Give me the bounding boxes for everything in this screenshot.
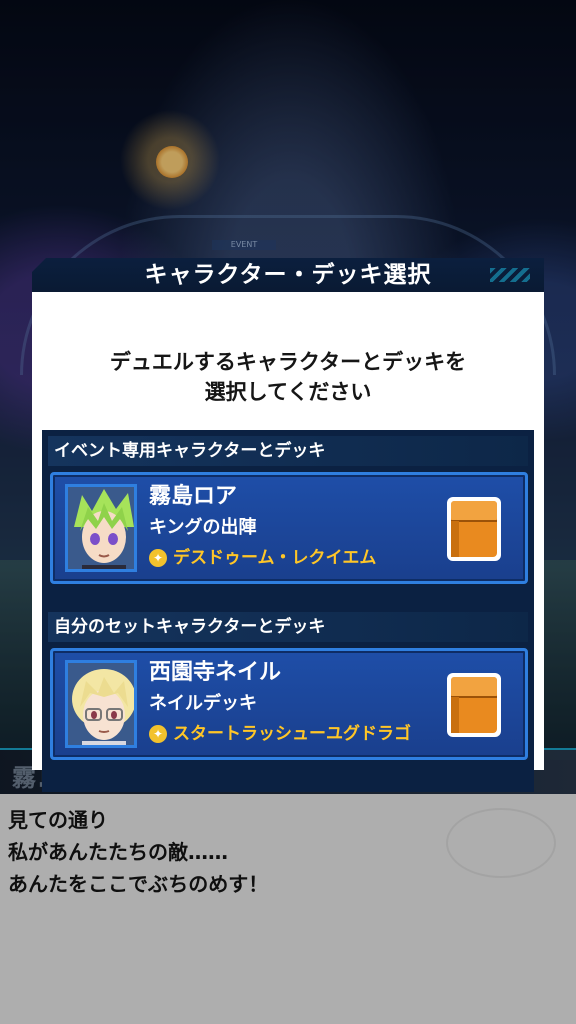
ace-card-row: ✦ デスドゥーム・レクイエム xyxy=(149,545,376,571)
ace-card-icon: ✦ xyxy=(149,549,167,567)
ace-card-icon: ✦ xyxy=(149,725,167,743)
selection-panel: イベント専用キャラクターとデッキ 霧島ロア キングの出陣 ✦ デスドゥーム・レク… xyxy=(42,430,534,792)
dialog-body: デュエルするキャラクターとデッキを 選択してください イベント専用キャラクターと… xyxy=(32,292,544,792)
character-portrait-roa xyxy=(65,484,137,572)
ace-card-row: ✦ スタートラッシューユグドラゴ xyxy=(149,721,411,747)
character-name: 霧島ロア xyxy=(149,484,238,509)
dialog-prompt: デュエルするキャラクターとデッキを 選択してください xyxy=(32,347,544,407)
ace-card-name: デスドゥーム・レクイエム xyxy=(173,548,377,568)
deck-box-button[interactable] xyxy=(443,493,505,565)
ace-card-name: スタートラッシューユグドラゴ xyxy=(173,724,411,744)
deck-name: ネイルデッキ xyxy=(149,693,257,714)
dialog-title: キャラクター・デッキ選択 xyxy=(144,262,432,288)
event-character-card[interactable]: 霧島ロア キングの出陣 ✦ デスドゥーム・レクイエム xyxy=(50,472,528,584)
character-deck-dialog: キャラクター・デッキ選択 デュエルするキャラクターとデッキを 選択してください … xyxy=(32,258,544,792)
deck-box-icon xyxy=(447,673,501,737)
section-header-own: 自分のセットキャラクターとデッキ xyxy=(48,612,528,642)
deck-name: キングの出陣 xyxy=(149,517,257,538)
own-character-card[interactable]: 西園寺ネイル ネイルデッキ ✦ スタートラッシューユグドラゴ xyxy=(50,648,528,760)
section-header-event: イベント専用キャラクターとデッキ xyxy=(48,436,528,466)
character-name: 西園寺ネイル xyxy=(149,660,282,685)
prompt-line-1: デュエルするキャラクターとデッキを xyxy=(109,350,467,374)
prompt-line-2: 選択してください xyxy=(204,380,372,404)
deck-box-button[interactable] xyxy=(443,669,505,741)
character-portrait-neil xyxy=(65,660,137,748)
deck-box-icon xyxy=(447,497,501,561)
